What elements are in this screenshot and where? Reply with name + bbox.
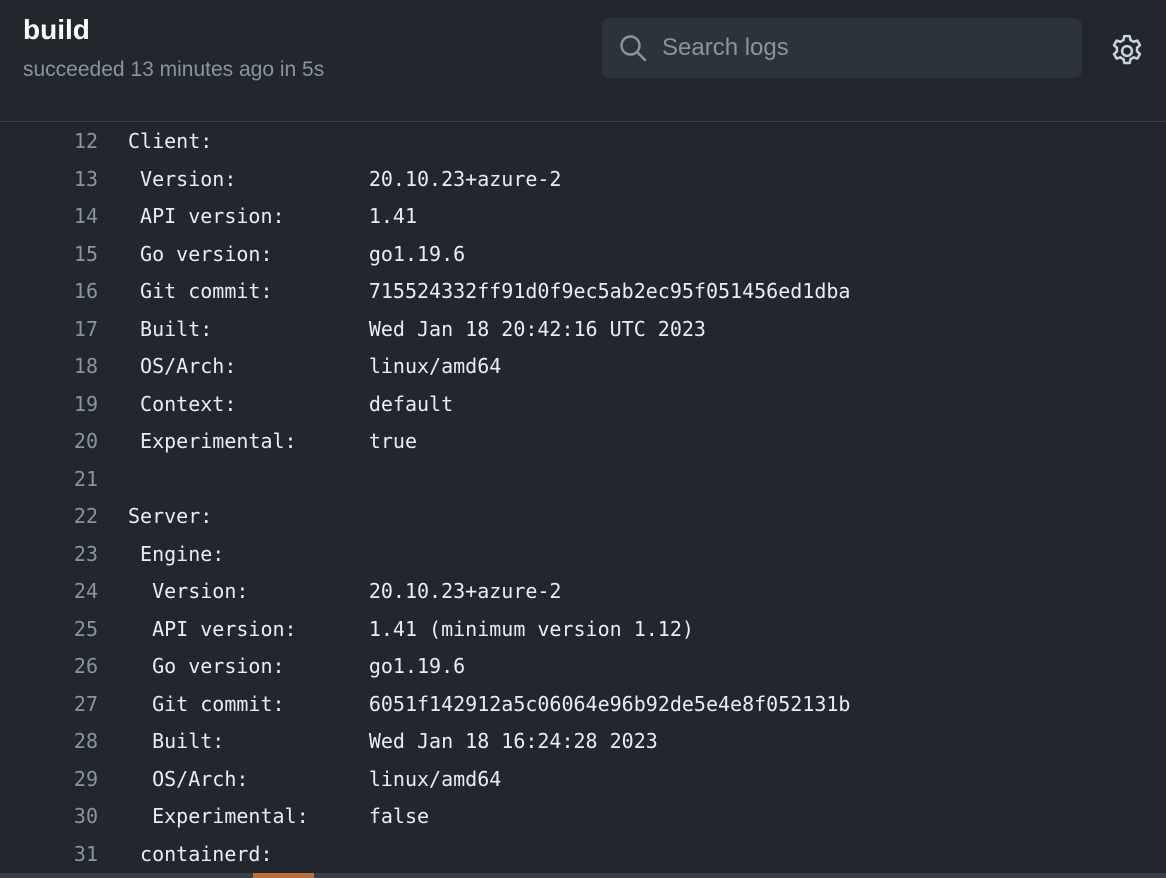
- line-number[interactable]: 24: [0, 573, 98, 611]
- log-line: 14 API version: 1.41: [0, 198, 1166, 236]
- log-line: 21: [0, 461, 1166, 499]
- line-number[interactable]: 13: [0, 161, 98, 199]
- line-number[interactable]: 21: [0, 461, 98, 499]
- log-line: 12 Client:: [0, 123, 1166, 161]
- job-title: build: [23, 14, 90, 45]
- log-output: 12 Client: 13 Version: 20.10.23+azure-2 14 …: [0, 123, 1166, 874]
- search-icon: [620, 35, 647, 62]
- line-text: containerd:: [128, 841, 273, 866]
- line-text: Engine:: [128, 541, 225, 566]
- line-number[interactable]: 23: [0, 536, 98, 574]
- job-header: build succeeded 13 minutes ago in 5s: [0, 0, 1166, 122]
- log-line: 13 Version: 20.10.23+azure-2: [0, 161, 1166, 199]
- line-text: Go version: go1.19.6: [128, 241, 466, 266]
- line-number[interactable]: 14: [0, 198, 98, 236]
- log-line: 22 Server:: [0, 498, 1166, 536]
- line-number[interactable]: 27: [0, 686, 98, 724]
- scrollbar-thumb[interactable]: [253, 873, 314, 878]
- line-text: Client:: [128, 129, 213, 153]
- line-number[interactable]: 20: [0, 423, 98, 461]
- log-line: 26 Go version: go1.19.6: [0, 648, 1166, 686]
- line-text: Git commit: 715524332ff91d0f9ec5ab2ec95f…: [128, 279, 851, 303]
- line-number[interactable]: 30: [0, 798, 98, 836]
- line-number[interactable]: 31: [0, 836, 98, 874]
- log-line: 30 Experimental: false: [0, 798, 1166, 836]
- line-text: Experimental: true: [128, 429, 417, 453]
- job-status: succeeded 13 minutes ago in 5s: [23, 58, 325, 81]
- log-line: 27 Git commit: 6051f142912a5c06064e96b92…: [0, 686, 1166, 724]
- line-text: Version: 20.10.23+azure-2: [128, 166, 562, 191]
- line-number[interactable]: 25: [0, 611, 98, 649]
- log-line: 18 OS/Arch: linux/amd64: [0, 348, 1166, 386]
- log-line: 20 Experimental: true: [0, 423, 1166, 461]
- line-number[interactable]: 29: [0, 761, 98, 799]
- log-line: 25 API version: 1.41 (minimum version 1.…: [0, 611, 1166, 649]
- line-text: Context: default: [128, 391, 454, 416]
- log-line: 19 Context: default: [0, 386, 1166, 424]
- line-number[interactable]: 28: [0, 723, 98, 761]
- log-line: 28 Built: Wed Jan 18 16:24:28 2023: [0, 723, 1166, 761]
- line-text: Built: Wed Jan 18 20:42:16 UTC 2023: [128, 316, 706, 341]
- line-text: Git commit: 6051f142912a5c06064e96b92de5…: [128, 691, 851, 716]
- log-line: 24 Version: 20.10.23+azure-2: [0, 573, 1166, 611]
- log-line: 16 Git commit: 715524332ff91d0f9ec5ab2ec…: [0, 273, 1166, 311]
- horizontal-scrollbar[interactable]: [0, 873, 1166, 878]
- line-number[interactable]: 16: [0, 273, 98, 311]
- log-line: 23 Engine:: [0, 536, 1166, 574]
- line-text: API version: 1.41 (minimum version 1.12): [128, 616, 694, 641]
- line-number[interactable]: 26: [0, 648, 98, 686]
- line-text: API version: 1.41: [128, 204, 417, 228]
- search-input[interactable]: [662, 28, 1062, 68]
- log-line: 29 OS/Arch: linux/amd64: [0, 761, 1166, 799]
- line-number[interactable]: 22: [0, 498, 98, 536]
- line-text: Server:: [128, 504, 213, 528]
- search-box[interactable]: [602, 18, 1082, 78]
- line-text: Go version: go1.19.6: [128, 654, 466, 678]
- log-line: 31 containerd:: [0, 836, 1166, 874]
- line-text: Experimental: false: [128, 804, 430, 828]
- line-number[interactable]: 12: [0, 123, 98, 161]
- line-text: Built: Wed Jan 18 16:24:28 2023: [128, 729, 658, 753]
- line-number[interactable]: 18: [0, 348, 98, 386]
- log-line: 15 Go version: go1.19.6: [0, 236, 1166, 274]
- line-text: OS/Arch: linux/amd64: [128, 766, 502, 791]
- line-text: Version: 20.10.23+azure-2: [128, 579, 562, 603]
- gear-icon[interactable]: [1108, 32, 1146, 70]
- line-text: OS/Arch: linux/amd64: [128, 354, 502, 378]
- line-number[interactable]: 19: [0, 386, 98, 424]
- log-line: 17 Built: Wed Jan 18 20:42:16 UTC 2023: [0, 311, 1166, 349]
- line-number[interactable]: 15: [0, 236, 98, 274]
- line-number[interactable]: 17: [0, 311, 98, 349]
